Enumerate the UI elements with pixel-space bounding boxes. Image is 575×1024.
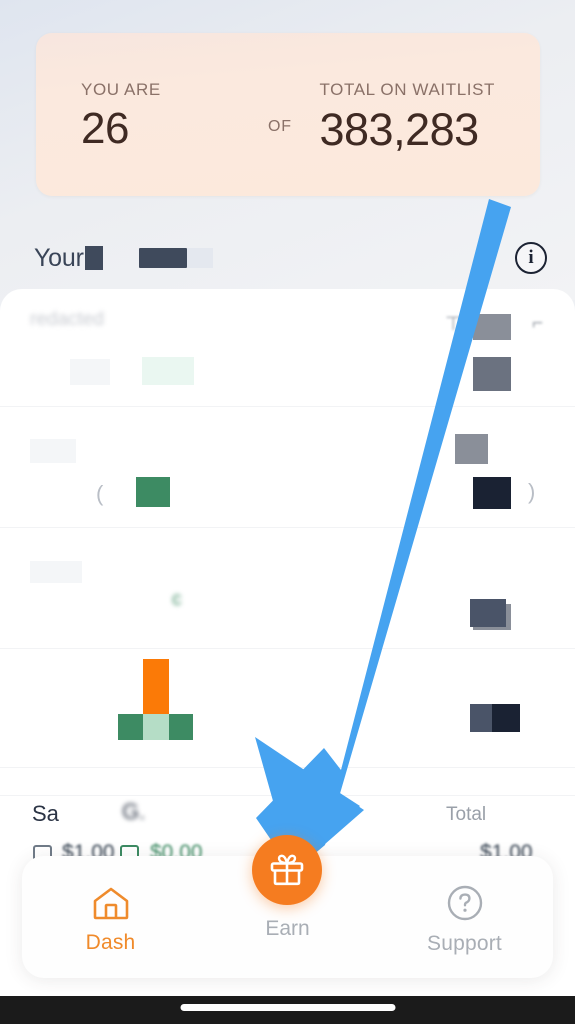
phone-screen: YOU ARE 26 TOTAL ON WAITLIST 383,283 OF … <box>0 0 575 1024</box>
redaction-block <box>136 477 170 507</box>
page-title: Your <box>34 243 84 272</box>
bar-green <box>169 714 193 740</box>
home-icon <box>93 887 128 920</box>
redaction-block <box>473 314 511 340</box>
redaction-block <box>30 439 76 463</box>
row-divider <box>0 767 575 768</box>
redaction-block <box>455 434 488 464</box>
earn-fab-button[interactable] <box>252 835 322 905</box>
obscured-text: redacted <box>30 309 104 330</box>
total-on-waitlist-value: 383,283 <box>319 104 480 155</box>
redaction-block <box>138 248 187 268</box>
waitlist-card: YOU ARE 26 TOTAL ON WAITLIST 383,283 OF <box>36 33 540 196</box>
redaction-block <box>473 477 511 509</box>
waitlist-position-group: YOU ARE 26 <box>81 81 161 151</box>
total-on-waitlist-label: TOTAL ON WAITLIST <box>319 80 495 99</box>
you-are-label: YOU ARE <box>81 80 161 99</box>
sales-label: Sa <box>32 801 59 826</box>
bar-orange <box>143 659 169 714</box>
redaction-block <box>470 704 492 732</box>
gift-icon <box>270 854 304 886</box>
redaction-block <box>473 357 511 391</box>
nav-label-earn: Earn <box>265 917 310 940</box>
section-header-row: Your i <box>0 225 575 291</box>
redaction-block <box>84 246 103 270</box>
bar-green-pale <box>143 714 169 740</box>
lock-icon <box>35 362 55 384</box>
row-divider <box>0 406 575 407</box>
redaction-block <box>142 357 194 385</box>
row-divider <box>0 527 575 528</box>
row-divider <box>0 795 575 796</box>
redaction-block <box>492 704 520 732</box>
system-home-indicator-area <box>0 996 575 1024</box>
redaction-block <box>186 248 213 268</box>
of-label: OF <box>268 118 292 135</box>
bar-green <box>118 714 143 740</box>
paren-glyph: ( <box>96 481 104 506</box>
total-label: Total <box>446 804 487 825</box>
info-icon[interactable]: i <box>515 242 547 274</box>
redaction-block <box>470 599 506 627</box>
you-are-value: 26 <box>81 104 129 153</box>
redaction-block <box>70 359 110 385</box>
redaction-block <box>30 561 82 583</box>
row-divider <box>0 648 575 649</box>
paren-glyph: ) <box>528 479 536 504</box>
waitlist-total-group: TOTAL ON WAITLIST 383,283 <box>320 81 496 152</box>
home-indicator-bar[interactable] <box>180 1004 395 1011</box>
